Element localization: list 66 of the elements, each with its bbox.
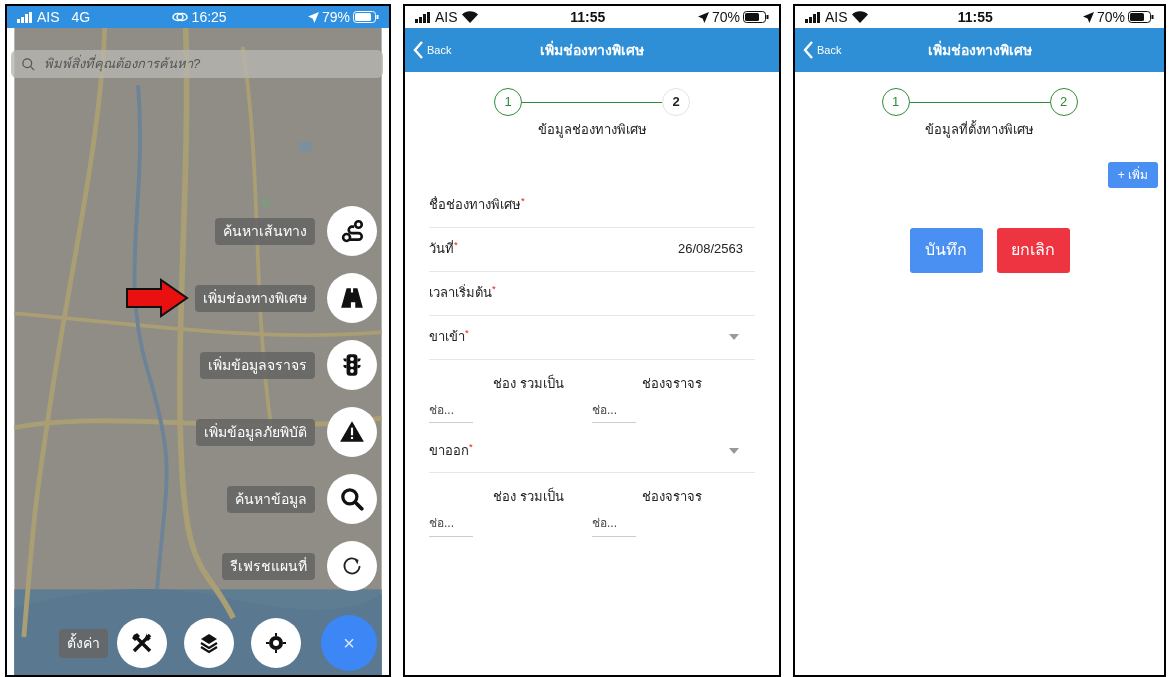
menu-label[interactable]: เพิ่มช่องทางพิเศษ	[195, 284, 315, 312]
carrier-text: AIS	[435, 7, 458, 27]
menu-label[interactable]: ค้นหาข้อมูล	[227, 485, 315, 513]
time-text: 16:25	[191, 7, 227, 27]
search-field[interactable]: พิมพ์สิ่งที่คุณต้องการค้นหา?	[11, 50, 383, 78]
screen-title: เพิ่มช่องทางพิเศษ	[540, 39, 644, 60]
battery-icon	[1128, 11, 1154, 23]
time-text: 11:55	[570, 7, 606, 27]
lane-label: ช่องจราจร	[641, 374, 703, 393]
route-icon	[339, 218, 365, 244]
menu-label[interactable]: รีเฟรชแผนที่	[222, 552, 315, 580]
locate-icon	[264, 631, 288, 655]
search-icon	[339, 486, 365, 512]
signal-icon	[805, 11, 821, 23]
dropdown-field[interactable]: ขาออก$^{*}$	[429, 429, 755, 473]
field-label: ขาเข้า$^{*}$	[429, 327, 469, 347]
step-title: ข้อมูลช่องทางพิเศษ	[536, 121, 648, 140]
lane-label: ช่อง รวมเป็น	[492, 487, 565, 506]
lane-label: ช่อง รวมเป็น	[492, 373, 565, 393]
add-button[interactable]: + เพิ่ม	[1107, 161, 1158, 188]
signal-icon	[17, 11, 33, 23]
dropdown-caret-icon	[729, 447, 739, 454]
menu-label[interactable]: ค้นหาเส้นทาง	[215, 217, 315, 245]
back-button[interactable]: Back	[803, 41, 842, 59]
settings-label[interactable]: ตั้งค่า	[59, 628, 108, 658]
battery-icon	[743, 11, 769, 23]
input-field[interactable]: ช่อ...	[592, 397, 636, 423]
field-label: เวลาเริ่มต้น$^{*}$	[429, 283, 496, 303]
cancel-button[interactable]: ยกเลิก	[996, 227, 1070, 273]
back-button[interactable]: Back	[413, 41, 452, 59]
dropdown-caret-icon	[729, 334, 739, 340]
network-text: 4G	[71, 7, 91, 27]
time-text: 11:55	[957, 7, 993, 27]
input-field[interactable]: วันที่$^{*}$ 26/08/2563	[429, 227, 755, 272]
input-field[interactable]: ช่อ...	[429, 397, 473, 423]
carrier-text: AIS	[37, 7, 60, 27]
warning-icon	[339, 419, 365, 445]
carrier-text: AIS	[825, 7, 848, 27]
location-arrow-icon	[697, 11, 709, 23]
back-chevron-icon	[803, 41, 813, 59]
save-button[interactable]: บันทึก	[909, 227, 983, 273]
menu-label[interactable]: เพิ่มข้อมูลจราจร	[200, 351, 315, 379]
lane-label: ช่องจราจร	[641, 488, 703, 506]
input-field[interactable]: ชื่อช่องทางพิเศษ$^{*}$	[429, 183, 755, 228]
field-label: ขาออก$^{*}$	[429, 440, 473, 460]
battery-text: 70%	[1096, 7, 1125, 27]
step-title: ข้อมูลที่ตั้งทางพิเศษ	[924, 120, 1035, 140]
input-field[interactable]: ช่อ...	[592, 510, 636, 537]
battery-text: 79%	[321, 7, 350, 27]
road-icon	[339, 285, 365, 311]
menu-label[interactable]: เพิ่มข้อมูลภัยพิบัติ	[196, 418, 315, 446]
input-field[interactable]: เวลาเริ่มต้น$^{*}$	[429, 271, 755, 316]
signal-icon	[415, 11, 431, 23]
search-icon	[21, 56, 36, 72]
field-label: วันที่$^{*}$	[429, 239, 458, 259]
back-chevron-icon	[413, 41, 423, 59]
dropdown-field[interactable]: ขาเข้า$^{*}$	[429, 315, 755, 360]
battery-icon	[353, 11, 379, 23]
battery-text: 70%	[711, 7, 740, 27]
input-field[interactable]: ช่อ...	[429, 510, 473, 537]
screen-title: เพิ่มช่องทางพิเศษ	[927, 39, 1032, 60]
tools-icon	[130, 631, 154, 655]
location-arrow-icon	[1082, 11, 1094, 23]
field-label: ชื่อช่องทางพิเศษ$^{*}$	[429, 195, 525, 215]
field-value: 26/08/2563	[677, 240, 743, 259]
location-arrow-icon	[307, 11, 319, 23]
